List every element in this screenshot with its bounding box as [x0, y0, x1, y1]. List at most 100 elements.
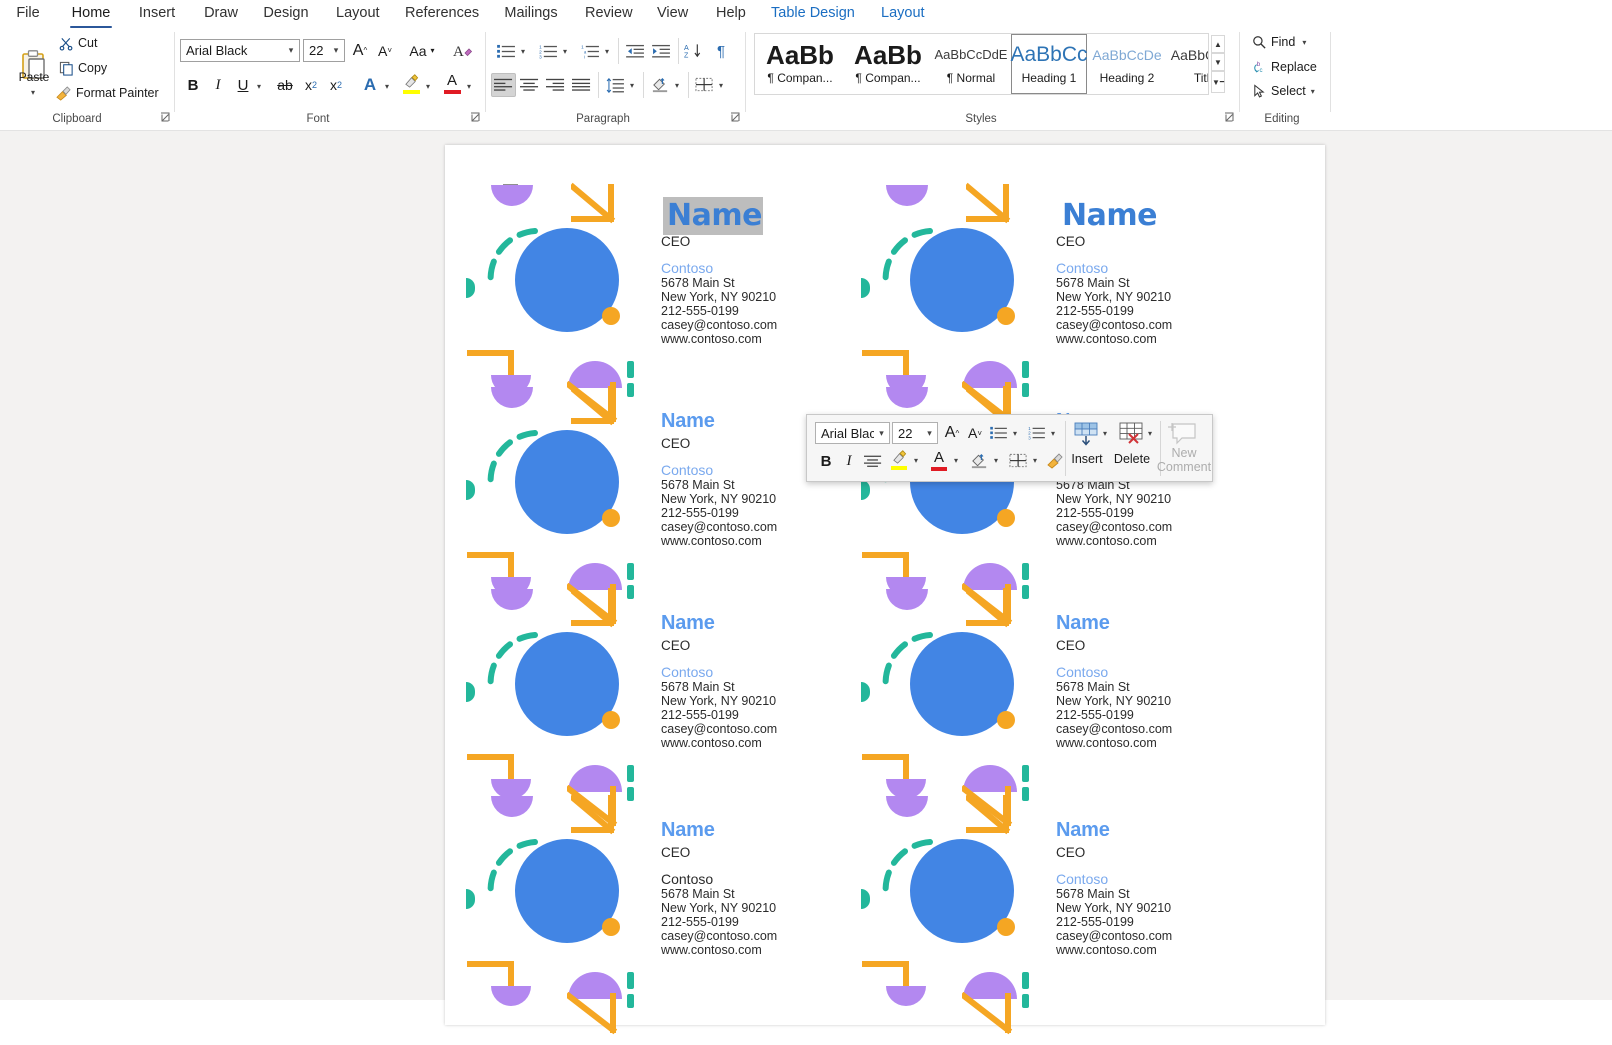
card-address-line2[interactable]: New York, NY 90210 — [1056, 290, 1171, 305]
card-title[interactable]: CEO — [1056, 844, 1085, 861]
shading-caret[interactable]: ▾ — [675, 81, 679, 90]
card-title[interactable]: CEO — [1056, 637, 1085, 654]
mini-center-button[interactable] — [861, 449, 885, 473]
card-organization[interactable]: Contoso — [661, 870, 713, 888]
document-page[interactable]: Name CEO Contoso 5678 Main St New York, NY 9… — [445, 145, 1325, 1035]
ribbon-tab-review[interactable]: Review — [583, 0, 633, 28]
mini-font-name-combobox[interactable]: Arial Black ▾ — [815, 422, 890, 444]
card-address-line2[interactable]: New York, NY 90210 — [661, 290, 776, 305]
bullets-button[interactable] — [494, 40, 518, 62]
card-organization[interactable]: Contoso — [661, 461, 713, 479]
ribbon-tab-table-design[interactable]: Table Design — [769, 0, 856, 28]
mini-italic-button[interactable]: I — [838, 449, 860, 473]
font-color-caret[interactable]: ▾ — [467, 82, 471, 91]
mini-bold-button[interactable]: B — [815, 449, 837, 473]
card-name[interactable]: Name — [661, 612, 715, 634]
card-organization[interactable]: Contoso — [661, 259, 713, 277]
card-address-line1[interactable]: 5678 Main St — [1056, 276, 1130, 291]
card-title[interactable]: CEO — [1056, 233, 1085, 250]
borders-caret[interactable]: ▾ — [719, 81, 723, 90]
business-card[interactable]: Name CEO Contoso5678 Main StNew York, NY 9… — [455, 793, 825, 1035]
card-phone[interactable]: 212-555-0199 — [661, 915, 739, 930]
grow-font-button[interactable]: A ^ — [349, 39, 371, 62]
card-address-line2[interactable]: New York, NY 90210 — [1056, 492, 1171, 507]
align-left-button[interactable] — [491, 73, 516, 97]
numbering-button[interactable]: 1 2 3 — [536, 40, 560, 62]
card-website[interactable]: www.contoso.com — [1056, 332, 1157, 347]
text-effects-caret[interactable]: ▾ — [385, 82, 389, 91]
find-button[interactable]: Find ▾ — [1251, 32, 1307, 52]
ribbon-tab-draw[interactable]: Draw — [201, 0, 241, 28]
select-button[interactable]: Select ▾ — [1251, 81, 1316, 101]
ribbon-tab-home[interactable]: Home — [68, 0, 114, 28]
business-card[interactable]: Name CEO Contoso5678 Main StNew York, NY 9… — [850, 793, 1220, 1035]
card-website[interactable]: www.contoso.com — [661, 534, 762, 549]
ribbon-tab-help[interactable]: Help — [714, 0, 747, 28]
styles-scroll-down-button[interactable]: ▼ — [1211, 53, 1225, 71]
styles-gallery[interactable]: AaBb ¶ Compan... AaBb ¶ Compan... AaBbCcDdE ¶… — [754, 33, 1209, 95]
business-card[interactable]: Name CEO Contoso5678 Main StNew York, NY 9… — [850, 586, 1220, 828]
style-item-normal[interactable]: AaBbCcDdE ¶ Normal — [933, 34, 1009, 94]
ribbon-tab-references[interactable]: References — [403, 0, 481, 28]
mini-font-color-caret-icon[interactable]: ▾ — [954, 456, 958, 465]
card-address-line2[interactable]: New York, NY 90210 — [661, 492, 776, 507]
underline-dropdown-caret[interactable]: ▾ — [257, 82, 261, 91]
sort-button[interactable]: AZ — [681, 40, 705, 62]
numbering-caret[interactable]: ▾ — [563, 47, 567, 56]
paragraph-dialog-launcher[interactable] — [730, 112, 742, 124]
card-organization[interactable]: Contoso — [661, 663, 713, 681]
mini-bullets-caret-icon[interactable]: ▾ — [1013, 429, 1017, 438]
mini-delete-caret-icon[interactable]: ▾ — [1148, 429, 1152, 438]
mini-font-size-caret-icon[interactable]: ▾ — [922, 428, 937, 439]
change-case-button[interactable]: Aa ▾ — [404, 39, 440, 62]
card-title[interactable]: CEO — [661, 844, 690, 861]
business-card[interactable]: Name CEO Contoso5678 Main StNew York, NY 9… — [455, 384, 825, 626]
font-color-button[interactable]: A — [440, 70, 464, 97]
mini-numbering-button[interactable]: 1 2 3 — [1026, 423, 1048, 443]
mini-font-color-button[interactable]: A — [927, 447, 951, 473]
ribbon-tab-layout[interactable]: Layout — [879, 0, 926, 28]
card-phone[interactable]: 212-555-0199 — [1056, 915, 1134, 930]
card-email[interactable]: casey@contoso.com — [661, 520, 777, 535]
strikethrough-button[interactable]: ab — [272, 73, 298, 97]
card-address-line2[interactable]: New York, NY 90210 — [1056, 901, 1171, 916]
mini-shading-caret-icon[interactable]: ▾ — [994, 456, 998, 465]
italic-button[interactable]: I — [206, 73, 230, 97]
card-phone[interactable]: 212-555-0199 — [661, 304, 739, 319]
card-address-line1[interactable]: 5678 Main St — [1056, 887, 1130, 902]
card-address-line2[interactable]: New York, NY 90210 — [661, 901, 776, 916]
card-name[interactable]: Name — [1058, 197, 1158, 235]
card-phone[interactable]: 212-555-0199 — [1056, 506, 1134, 521]
font-size-combobox[interactable]: 22 ▾ — [303, 39, 345, 62]
highlight-caret[interactable]: ▾ — [426, 82, 430, 91]
card-email[interactable]: casey@contoso.com — [661, 318, 777, 333]
style-item-heading-1[interactable]: AaBbCc Heading 1 — [1010, 34, 1088, 94]
card-website[interactable]: www.contoso.com — [661, 736, 762, 751]
card-organization[interactable]: Contoso — [1056, 870, 1108, 888]
card-website[interactable]: www.contoso.com — [1056, 534, 1157, 549]
card-website[interactable]: www.contoso.com — [661, 943, 762, 958]
document-canvas[interactable]: Name CEO Contoso 5678 Main St New York, NY 9… — [0, 131, 1612, 1035]
card-email[interactable]: casey@contoso.com — [1056, 318, 1172, 333]
decrease-indent-button[interactable] — [623, 40, 647, 62]
card-website[interactable]: www.contoso.com — [1056, 736, 1157, 751]
card-address-line1[interactable]: 5678 Main St — [661, 478, 735, 493]
bold-button[interactable]: B — [181, 73, 205, 97]
card-name[interactable]: Name — [1056, 612, 1110, 634]
shrink-font-button[interactable]: A ˅ — [374, 39, 396, 62]
card-phone[interactable]: 212-555-0199 — [1056, 708, 1134, 723]
font-size-caret-icon[interactable]: ▾ — [328, 45, 344, 56]
style-item-heading-2[interactable]: AaBbCcDe Heading 2 — [1089, 34, 1165, 94]
text-effects-button[interactable]: A — [358, 73, 382, 97]
copy-button[interactable]: Copy — [58, 59, 108, 77]
card-address-line1[interactable]: 5678 Main St — [661, 887, 735, 902]
mini-borders-button[interactable] — [1006, 449, 1030, 473]
font-name-caret-icon[interactable]: ▾ — [283, 45, 299, 56]
ribbon-tab-insert[interactable]: Insert — [136, 0, 178, 28]
card-title[interactable]: CEO — [661, 435, 690, 452]
style-item-compan[interactable]: AaBb ¶ Compan... — [845, 34, 931, 94]
subscript-button[interactable]: x2 — [299, 73, 323, 97]
paste-button[interactable] — [14, 36, 54, 94]
line-spacing-caret[interactable]: ▾ — [630, 81, 634, 90]
mini-shading-button[interactable] — [967, 449, 991, 473]
